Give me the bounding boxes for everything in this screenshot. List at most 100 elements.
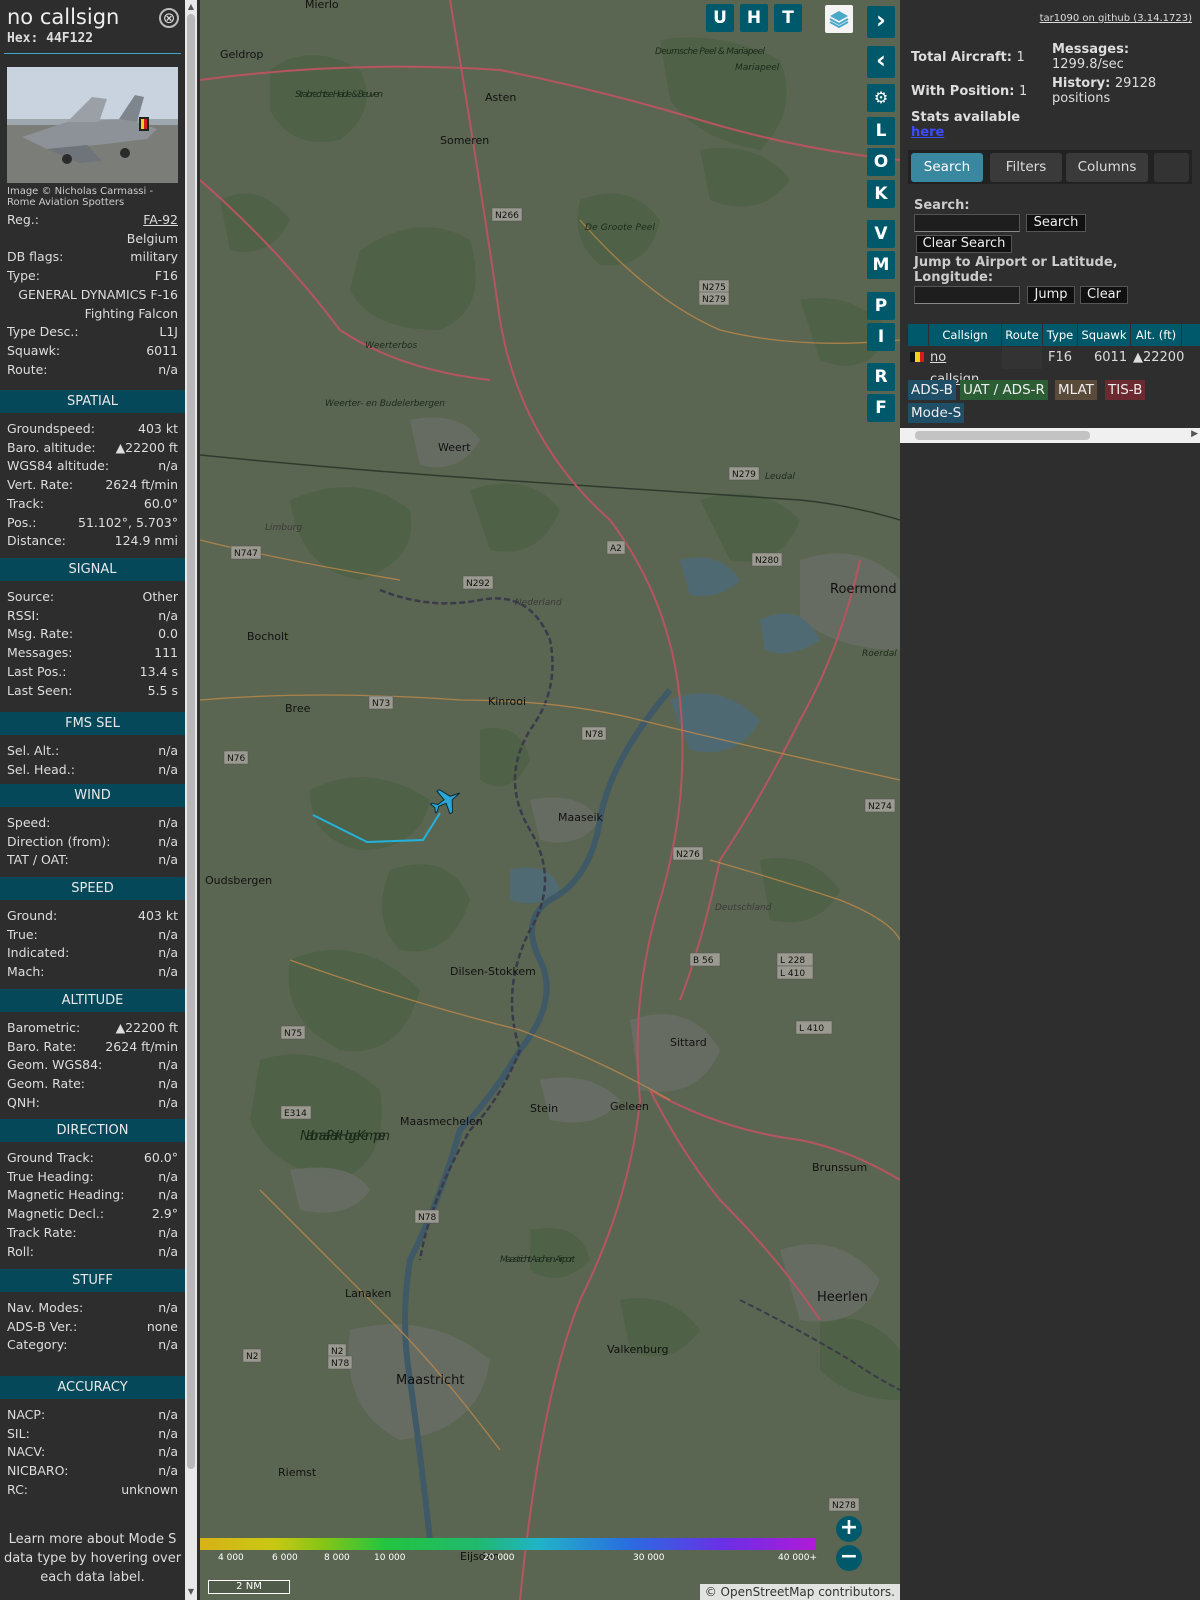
jump-input[interactable] [914, 286, 1020, 304]
info-row-label[interactable]: WGS84 altitude: [7, 456, 109, 475]
source-badge[interactable]: ADS-B [908, 380, 956, 400]
tab-filters[interactable]: Filters [990, 153, 1062, 182]
zoom-out-button[interactable]: − [836, 1545, 862, 1571]
table-scroll-thumb[interactable] [915, 431, 1090, 440]
info-row-label[interactable]: Baro. altitude: [7, 438, 96, 457]
info-row-label[interactable]: SIL: [7, 1424, 30, 1443]
search-button[interactable]: Search [1026, 214, 1086, 232]
info-row-label[interactable]: Barometric: [7, 1018, 80, 1037]
close-icon[interactable]: ⊗ [159, 8, 179, 28]
section-header-speed[interactable]: SPEED [0, 877, 185, 900]
section-header-accuracy[interactable]: ACCURACY [0, 1376, 185, 1399]
layers-icon[interactable] [825, 5, 853, 33]
info-row-label[interactable]: Distance: [7, 531, 66, 550]
info-row-label[interactable]: Sel. Head.: [7, 760, 75, 779]
info-row-label[interactable]: Geom. WGS84: [7, 1055, 102, 1074]
info-row-label[interactable]: Last Pos.: [7, 662, 66, 681]
scroll-down-icon[interactable]: ▼ [185, 1586, 197, 1598]
github-link[interactable]: tar1090 on github (3.14.1723) [1040, 13, 1192, 24]
info-row-label[interactable]: Mach: [7, 962, 44, 981]
info-row-label[interactable]: Sel. Alt.: [7, 741, 59, 760]
info-row-label[interactable]: Type Desc.: [7, 322, 79, 341]
info-row-label[interactable]: Magnetic Decl.: [7, 1204, 104, 1223]
column-header-route[interactable]: Route [1002, 324, 1042, 346]
info-row-label[interactable]: Speed: [7, 813, 50, 832]
tab-extra[interactable] [1154, 153, 1189, 182]
info-row-label[interactable]: Msg. Rate: [7, 624, 73, 643]
row-callsign[interactable]: no callsign [930, 347, 979, 387]
info-row-label[interactable]: Vert. Rate: [7, 475, 73, 494]
info-row-label[interactable]: Roll: [7, 1242, 34, 1261]
info-row-label[interactable]: QNH: [7, 1093, 40, 1112]
info-row-label[interactable]: Direction (from): [7, 832, 111, 851]
info-row-label[interactable]: NACP: [7, 1405, 45, 1424]
section-header-fms[interactable]: FMS SEL [0, 712, 185, 735]
tab-search[interactable]: Search [911, 153, 983, 182]
info-row-label[interactable]: Baro. Rate: [7, 1037, 76, 1056]
info-row-label[interactable]: TAT / OAT: [7, 850, 69, 869]
column-header-squawk[interactable]: Squawk [1078, 324, 1130, 346]
info-row-label[interactable]: Source: [7, 587, 54, 606]
info-scrollbar[interactable]: ▲ ▼ [185, 0, 197, 1600]
search-input[interactable] [914, 214, 1020, 232]
info-row-label[interactable]: Geom. Rate: [7, 1074, 85, 1093]
map-view[interactable]: Mierlo Geldrop Strabrechtse Heide & Beuv… [200, 0, 900, 1600]
source-badge[interactable]: MLAT [1055, 380, 1097, 400]
info-row-label[interactable]: Last Seen: [7, 681, 72, 700]
info-row-label[interactable]: True Heading: [7, 1167, 94, 1186]
jump-button[interactable]: Jump [1027, 286, 1075, 304]
map-button-m[interactable]: M [867, 251, 895, 279]
info-row-label[interactable]: NICBARO: [7, 1461, 68, 1480]
clear-search-button[interactable]: Clear Search [916, 235, 1012, 253]
chevron-right-icon[interactable]: › [867, 6, 895, 38]
info-row-label[interactable]: Type: [7, 266, 40, 285]
info-row-label[interactable]: Pos.: [7, 513, 36, 532]
info-row-label[interactable]: Messages: [7, 643, 73, 662]
info-scroll-thumb[interactable] [187, 14, 195, 1469]
info-row-label[interactable]: Ground Track: [7, 1148, 94, 1167]
gear-icon[interactable]: ⚙ [867, 84, 895, 112]
stats-link[interactable]: here [911, 125, 1020, 140]
map-button-v[interactable]: V [867, 220, 895, 248]
column-header-flag[interactable] [908, 324, 928, 346]
info-row-label[interactable]: Reg.: [7, 210, 39, 229]
map-button-i[interactable]: I [867, 323, 895, 351]
chevron-left-icon[interactable]: ‹ [867, 46, 895, 78]
section-header-signal[interactable]: SIGNAL [0, 558, 185, 581]
column-header-callsign[interactable]: Callsign [929, 324, 1001, 346]
clear-button[interactable]: Clear [1080, 286, 1128, 304]
section-header-altitude[interactable]: ALTITUDE [0, 989, 185, 1012]
section-header-direction[interactable]: DIRECTION [0, 1119, 185, 1142]
map-button-p[interactable]: P [867, 292, 895, 320]
info-row-value[interactable]: FA-92 [143, 210, 178, 229]
source-badge[interactable]: Mode-S [908, 403, 965, 423]
column-header-altitude[interactable]: Alt. (ft) [1131, 324, 1181, 346]
info-row-label[interactable]: Track Rate: [7, 1223, 77, 1242]
section-header-wind[interactable]: WIND [0, 784, 185, 807]
map-button-u[interactable]: U [706, 4, 734, 32]
tab-columns[interactable]: Columns [1066, 153, 1148, 182]
source-badge[interactable]: UAT / ADS-R [960, 380, 1048, 400]
aircraft-photo[interactable] [7, 67, 178, 183]
map-button-t[interactable]: T [774, 4, 802, 32]
section-header-spatial[interactable]: SPATIAL [0, 390, 185, 413]
info-row-label[interactable]: Squawk: [7, 341, 60, 360]
info-row-label[interactable]: RC: [7, 1480, 28, 1499]
zoom-in-button[interactable]: + [836, 1516, 862, 1542]
info-row-label[interactable]: Category: [7, 1335, 67, 1354]
info-row-label[interactable]: True: [7, 925, 38, 944]
scroll-up-icon[interactable]: ▲ [185, 1, 197, 13]
section-header-stuff[interactable]: STUFF [0, 1269, 185, 1292]
info-row-label[interactable]: Route: [7, 360, 48, 379]
map-button-k[interactable]: K [867, 180, 895, 208]
aircraft-icon[interactable] [428, 783, 464, 819]
map-button-r[interactable]: R [867, 363, 895, 391]
info-row-label[interactable]: NACV: [7, 1442, 45, 1461]
info-row-label[interactable]: Magnetic Heading: [7, 1185, 124, 1204]
source-badge[interactable]: TIS-B [1105, 380, 1146, 400]
info-row-label[interactable]: DB flags: [7, 247, 63, 266]
info-row-label[interactable]: ADS-B Ver.: [7, 1317, 77, 1336]
info-row-label[interactable]: Indicated: [7, 943, 69, 962]
map-button-f[interactable]: F [867, 394, 895, 422]
map-button-o[interactable]: O [867, 148, 895, 176]
